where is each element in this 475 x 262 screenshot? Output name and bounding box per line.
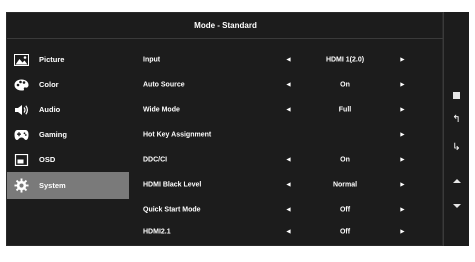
setting-row-ddc-ci[interactable]: DDC/CI ◄ On ►	[137, 147, 437, 172]
settings-list: Input ◄ HDMI 1(2.0) ► Auto Source ◄ On ►…	[137, 47, 437, 262]
setting-value: HDMI 1(2.0)	[325, 56, 365, 63]
sidebar-item-label: Audio	[39, 105, 61, 114]
setting-value: Off	[339, 248, 351, 256]
setting-row-power-off-usb-charge[interactable]: Power-off USB Charge ◄ Off ►	[137, 242, 437, 262]
setting-row-input[interactable]: Input ◄ HDMI 1(2.0) ►	[137, 47, 437, 72]
setting-value: On	[340, 156, 350, 163]
menu-title: Mode - Standard	[7, 13, 444, 39]
gear-icon	[13, 178, 29, 193]
sidebar-item-label: Picture	[39, 55, 65, 64]
setting-row-hot-key-assignment[interactable]: Hot Key Assignment ►	[137, 122, 437, 147]
speaker-icon	[13, 103, 29, 117]
setting-label: Power-off USB Charge	[143, 248, 219, 256]
left-arrow-icon[interactable]: ◄	[285, 56, 292, 63]
return-arrow-icon[interactable]: ↳	[444, 138, 469, 156]
setting-row-wide-mode[interactable]: Wide Mode ◄ Full ►	[137, 97, 437, 122]
right-arrow-icon[interactable]: ►	[399, 56, 406, 63]
setting-label: Quick Start Mode	[143, 206, 201, 213]
osd-menu-panel: Mode - Standard Picture Color Audio Gami…	[6, 12, 444, 256]
setting-value: Normal	[332, 181, 358, 188]
setting-label: Wide Mode	[143, 106, 180, 113]
left-arrow-icon[interactable]: ◄	[285, 156, 292, 163]
left-arrow-icon[interactable]: ◄	[285, 81, 292, 88]
setting-label: DDC/CI	[143, 156, 168, 163]
setting-label: Input	[143, 56, 161, 63]
setting-value: Full	[338, 106, 352, 113]
sidebar-item-gaming[interactable]: Gaming	[7, 122, 129, 147]
setting-value: Off	[339, 206, 351, 213]
picture-icon	[13, 53, 29, 67]
right-arrow-icon[interactable]: ►	[399, 156, 406, 163]
palette-icon	[13, 78, 29, 92]
sidebar-item-audio[interactable]: Audio	[7, 97, 129, 122]
left-arrow-icon[interactable]: ◄	[285, 229, 292, 236]
sidebar-item-system[interactable]: System	[7, 172, 129, 199]
setting-label: HDMI2.1	[143, 228, 171, 236]
setting-row-hdmi-2-1[interactable]: HDMI2.1 ◄ Off ►	[137, 222, 437, 242]
left-arrow-icon[interactable]: ◄	[285, 249, 292, 256]
setting-row-quick-start-mode[interactable]: Quick Start Mode ◄ Off ►	[137, 197, 437, 222]
left-arrow-icon[interactable]: ◄	[285, 106, 292, 113]
sidebar-item-osd[interactable]: OSD	[7, 147, 129, 172]
left-arrow-icon[interactable]: ◄	[285, 206, 292, 213]
left-arrow-icon[interactable]: ◄	[285, 181, 292, 188]
setting-label: Hot Key Assignment	[143, 131, 212, 138]
right-arrow-icon[interactable]: ►	[399, 206, 406, 213]
right-arrow-icon[interactable]: ►	[399, 131, 406, 138]
right-arrow-icon[interactable]: ►	[399, 81, 406, 88]
sidebar-item-label: Gaming	[39, 130, 67, 139]
sidebar-item-label: System	[39, 181, 66, 190]
right-arrow-icon[interactable]: ►	[399, 181, 406, 188]
setting-row-hdmi-black-level[interactable]: HDMI Black Level ◄ Normal ►	[137, 172, 437, 197]
up-triangle-icon[interactable]	[444, 172, 469, 190]
sidebar-item-picture[interactable]: Picture	[7, 47, 129, 72]
stop-square-icon[interactable]	[444, 86, 469, 104]
setting-label: Auto Source	[143, 81, 185, 88]
right-arrow-icon[interactable]: ►	[399, 106, 406, 113]
sidebar-item-color[interactable]: Color	[7, 72, 129, 97]
sidebar-item-label: Color	[39, 80, 59, 89]
gamepad-icon	[13, 128, 29, 142]
setting-value: On	[340, 81, 350, 88]
right-arrow-icon[interactable]: ►	[399, 249, 406, 256]
setting-label: HDMI Black Level	[143, 181, 202, 188]
category-sidebar: Picture Color Audio Gaming OSD System	[7, 47, 129, 199]
enter-arrow-icon[interactable]: ↰	[444, 110, 469, 128]
right-arrow-icon[interactable]: ►	[399, 229, 406, 236]
setting-value: Off	[339, 228, 351, 236]
down-triangle-icon[interactable]	[444, 197, 469, 215]
sidebar-item-label: OSD	[39, 155, 56, 164]
monitor-icon	[13, 153, 29, 167]
setting-row-auto-source[interactable]: Auto Source ◄ On ►	[137, 72, 437, 97]
button-guide-bar: ↰ ↳	[444, 12, 469, 246]
